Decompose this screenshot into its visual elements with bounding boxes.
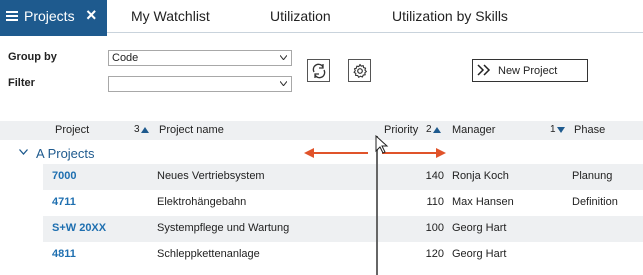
- column-header-phase[interactable]: Phase: [574, 124, 605, 136]
- project-code-link[interactable]: 4811: [52, 248, 76, 260]
- project-code-link[interactable]: S+W 20XX: [52, 222, 106, 234]
- column-header-manager[interactable]: Manager: [452, 124, 495, 136]
- tab-projects-label: Projects: [24, 8, 75, 24]
- refresh-button[interactable]: [307, 59, 330, 82]
- chevron-down-icon: [280, 81, 287, 86]
- table-row[interactable]: S+W 20XX Systempflege und Wartung 100 Ge…: [43, 216, 643, 242]
- sort-descending-icon[interactable]: [557, 127, 565, 133]
- table-row[interactable]: 4711 Elektrohängebahn 110 Max Hansen Def…: [43, 190, 643, 216]
- settings-button[interactable]: [348, 59, 371, 82]
- project-name-cell: Neues Vertriebsystem: [157, 170, 265, 182]
- filter-label: Filter: [8, 77, 35, 89]
- project-code-link[interactable]: 7000: [52, 170, 76, 182]
- chevron-down-icon[interactable]: [19, 149, 28, 155]
- column-header-project-name[interactable]: Project name: [159, 124, 224, 136]
- project-name-cell: Schleppkettenanlage: [157, 248, 260, 260]
- column-header-project[interactable]: Project: [55, 124, 89, 136]
- tab-projects[interactable]: Projects ×: [0, 0, 107, 36]
- group-by-select[interactable]: Code: [108, 50, 292, 66]
- column-header-priority[interactable]: Priority: [384, 124, 418, 136]
- group-by-label: Group by: [8, 51, 57, 63]
- phase-cell: Definition: [572, 196, 618, 208]
- gear-icon: [353, 63, 367, 78]
- hamburger-icon[interactable]: [6, 11, 18, 21]
- priority-cell: 120: [425, 248, 444, 260]
- sort-ascending-icon[interactable]: [433, 127, 441, 133]
- close-icon[interactable]: ×: [86, 5, 97, 25]
- sort-ascending-icon[interactable]: [141, 127, 149, 133]
- mouse-cursor-icon: [375, 135, 389, 154]
- table-row[interactable]: 7000 Neues Vertriebsystem 140 Ronja Koch…: [43, 164, 643, 190]
- manager-cell: Max Hansen: [452, 196, 514, 208]
- tab-utilization-by-skills[interactable]: Utilization by Skills: [392, 8, 508, 24]
- priority-sort-order: 2: [426, 124, 432, 135]
- double-chevron-right-icon: [477, 64, 491, 76]
- chevron-down-icon: [280, 55, 287, 60]
- group-label: A Projects: [36, 146, 95, 161]
- priority-cell: 140: [425, 170, 444, 182]
- grid-header: Project 3 Project name Priority 2 Manage…: [0, 121, 643, 140]
- project-sort-order: 3: [134, 124, 140, 135]
- project-name-cell: Elektrohängebahn: [157, 196, 247, 208]
- new-project-label: New Project: [498, 65, 558, 77]
- group-by-value: Code: [112, 52, 139, 64]
- tab-utilization[interactable]: Utilization: [270, 8, 331, 24]
- tab-bar: Projects × My Watchlist Utilization Util…: [0, 0, 643, 36]
- refresh-icon: [312, 63, 326, 79]
- tab-my-watchlist[interactable]: My Watchlist: [131, 8, 210, 24]
- phase-cell: Planung: [572, 170, 613, 182]
- manager-cell: Ronja Koch: [452, 170, 509, 182]
- manager-sort-order: 1: [550, 124, 556, 135]
- project-name-cell: Systempflege und Wartung: [157, 222, 290, 234]
- priority-cell: 100: [425, 222, 444, 234]
- manager-cell: Georg Hart: [452, 222, 507, 234]
- project-code-link[interactable]: 4711: [52, 196, 76, 208]
- new-project-button[interactable]: New Project: [472, 59, 588, 82]
- filter-select[interactable]: [108, 76, 292, 92]
- manager-cell: Georg Hart: [452, 248, 507, 260]
- priority-cell: 110: [426, 196, 444, 208]
- table-row[interactable]: 4811 Schleppkettenanlage 120 Georg Hart: [43, 242, 643, 268]
